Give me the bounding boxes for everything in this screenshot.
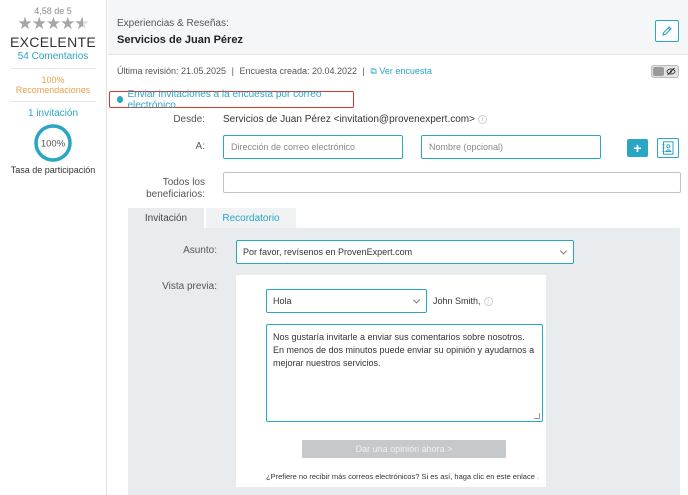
greeting-name: John Smith, i <box>433 296 493 307</box>
page-header: Experiencias & Reseñas: Servicios de Jua… <box>108 0 688 55</box>
half-star-icon: ★ ★ <box>74 14 89 33</box>
collapse-toggle-icon <box>117 96 124 103</box>
contacts-button[interactable] <box>657 138 679 158</box>
subject-value: Por favor, revísenos en ProvenExpert.com <box>243 247 413 257</box>
email-body-text: Nos gustaría invitarle a enviar sus come… <box>273 332 535 368</box>
view-survey-link[interactable]: ⧉ Ver encuesta <box>370 66 432 76</box>
divider <box>10 68 96 69</box>
tab-reminder[interactable]: Recordatorio <box>206 208 296 228</box>
invite-section-title: Enviar invitaciones a la encuesta por co… <box>127 88 322 111</box>
email-placeholder: Dirección de correo electrónico <box>231 142 356 152</box>
meta-separator: | <box>362 66 365 76</box>
recommend-label: Recomendaciones <box>15 85 91 95</box>
email-body-textarea[interactable]: Nos gustaría invitarle a enviar sus come… <box>266 324 543 422</box>
survey-meta: Última revisión: 21.05.2025 | Encuesta c… <box>117 66 432 77</box>
name-placeholder: Nombre (opcional) <box>429 142 504 152</box>
all-recipients-label: Todos los beneficiarios: <box>123 177 205 201</box>
email-field[interactable]: Dirección de correo electrónico <box>223 135 403 159</box>
recommend-percent: 100% <box>41 75 65 85</box>
participation-ring: 100% <box>33 123 73 163</box>
participation-percent: 100% <box>41 139 66 150</box>
toggle-knob <box>653 67 664 76</box>
comments-link[interactable]: 54 Comentarios <box>0 51 106 62</box>
rating-word: EXCELENTE <box>10 34 96 50</box>
chevron-down-icon <box>559 247 568 255</box>
subject-label: Asunto: <box>183 245 217 256</box>
app-root: 4,58 de 5 ★★★★★ ★ EXCELENTE 54 Comentario… <box>0 0 688 495</box>
invite-by-email-section[interactable]: Enviar invitaciones a la encuesta por co… <box>109 88 354 111</box>
rating-stars: ★★★★★ ★ <box>0 14 106 33</box>
rating-sidebar: 4,58 de 5 ★★★★★ ★ EXCELENTE 54 Comentario… <box>0 0 107 495</box>
all-recipients-label-line1: Todos los <box>162 177 205 188</box>
subject-select[interactable]: Por favor, revísenos en ProvenExpert.com <box>236 240 574 264</box>
add-recipient-button[interactable]: + <box>627 139 648 157</box>
last-revision: Última revisión: 21.05.2025 <box>117 66 227 76</box>
page-title: Servicios de Juan Pérez <box>117 34 243 46</box>
unsubscribe-note: ¿Prefiere no recibir más correos electró… <box>266 472 539 481</box>
invitation-count-link[interactable]: 1 invitación <box>0 108 106 119</box>
from-address: Servicios de Juan Pérez <invitation@prov… <box>223 114 475 125</box>
all-recipients-label-line2: beneficiarios: <box>146 189 205 200</box>
header-subtitle: Experiencias & Reseñas: <box>117 18 229 29</box>
resize-handle-icon[interactable] <box>534 413 540 419</box>
main-panel: Experiencias & Reseñas: Servicios de Jua… <box>108 0 688 495</box>
info-icon[interactable]: i <box>477 114 487 124</box>
address-book-icon <box>662 141 674 155</box>
pencil-icon <box>662 26 672 36</box>
edit-button[interactable] <box>655 20 679 42</box>
greeting-select[interactable]: Hola <box>266 289 427 313</box>
view-survey-label: Ver encuesta <box>379 66 432 76</box>
eye-slash-icon <box>666 67 676 79</box>
preview-label: Vista previa: <box>162 281 217 292</box>
all-recipients-field[interactable] <box>223 172 681 193</box>
tab-invitation[interactable]: Invitación <box>128 208 204 228</box>
greeting-value: Hola <box>273 296 292 306</box>
participation-label: Tasa de participación <box>10 165 96 175</box>
give-opinion-button: Dar una opinión ahora > <box>302 440 506 458</box>
created-date: Encuesta creada: 20.04.2022 <box>239 66 358 76</box>
chevron-down-icon <box>412 296 421 304</box>
name-field[interactable]: Nombre (opcional) <box>421 135 601 159</box>
unsubscribe-text: ¿Prefiere no recibir más correos electró… <box>266 472 535 481</box>
meta-separator: | <box>231 66 234 76</box>
info-icon[interactable]: i <box>483 297 493 307</box>
external-link-icon: ⧉ <box>370 66 377 76</box>
from-label: Desde: <box>173 114 205 125</box>
visibility-toggle[interactable] <box>651 65 679 78</box>
unsubscribe-link[interactable]: . <box>537 472 539 481</box>
recipient-name: John Smith, <box>433 296 481 306</box>
divider <box>10 101 96 102</box>
to-label: A: <box>195 141 205 152</box>
from-value: Servicios de Juan Pérez <invitation@prov… <box>223 114 487 125</box>
star-icon: ★★★★ <box>17 14 75 33</box>
